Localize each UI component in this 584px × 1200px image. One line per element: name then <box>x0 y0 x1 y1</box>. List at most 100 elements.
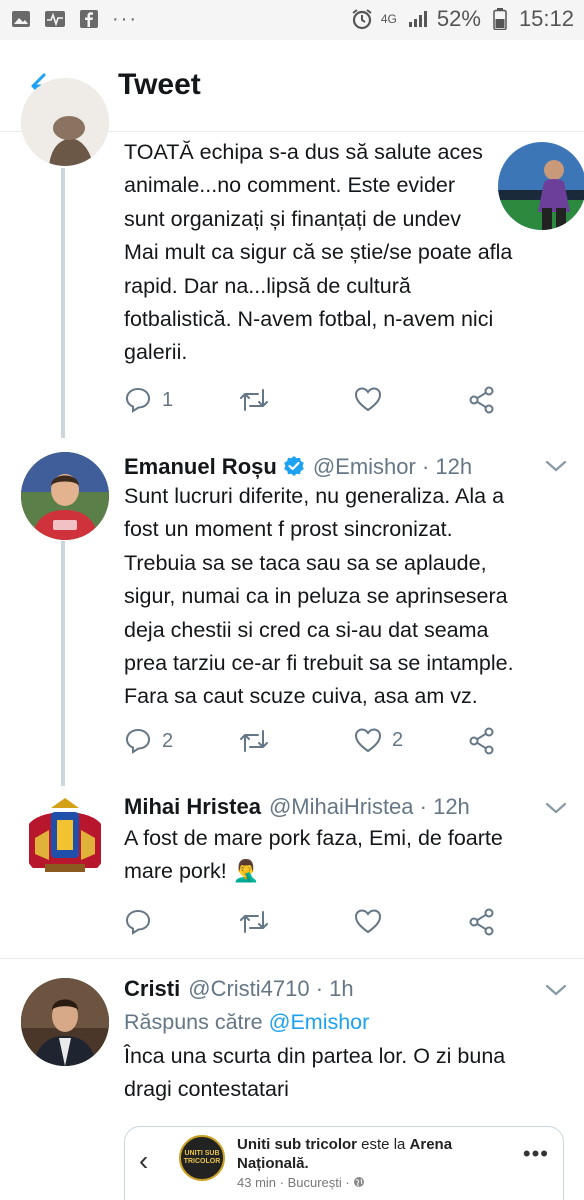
reply-count: 2 <box>162 729 174 752</box>
heart-icon <box>354 728 382 753</box>
tweet-line: Sunt lucruri diferite, nu generaliza. Al… <box>124 484 505 508</box>
page-title: Tweet <box>118 68 201 101</box>
heart-icon <box>354 909 382 934</box>
thread-line <box>61 168 65 438</box>
retweet-icon <box>240 389 268 411</box>
tweet-meta: Mihai Hristea @MihaiHristea · 12h <box>124 794 470 820</box>
reply-to-label: Răspuns către <box>124 1010 263 1034</box>
tweet-line: dragi contestatari <box>124 1077 289 1102</box>
reply-icon <box>125 728 151 754</box>
status-right: 4G 52% 15:12 <box>351 6 574 32</box>
author-handle[interactable]: @MihaiHristea · 12h <box>269 794 470 820</box>
globe-icon <box>354 1177 365 1187</box>
page-logo: UNITI SUB TRICOLOR <box>179 1135 225 1181</box>
retweet-icon <box>240 911 268 933</box>
gallery-icon <box>10 8 32 30</box>
thread-divider <box>0 958 584 959</box>
tweet-text: Înca una scurta din partea lor. O zi bun… <box>124 1040 564 1107</box>
retweet-icon <box>240 730 268 752</box>
author-name[interactable]: Cristi <box>124 976 180 1002</box>
reply-button[interactable]: 2 <box>124 727 173 755</box>
status-left: ··· <box>10 8 138 30</box>
chevron-left-icon[interactable]: ‹ <box>139 1145 148 1177</box>
card-title: Uniti sub tricolor este la Arena Naționa… <box>237 1135 497 1173</box>
reply-to-mention[interactable]: @Emishor <box>269 1010 370 1034</box>
card-page-name[interactable]: Uniti sub tricolor <box>237 1136 357 1153</box>
avatar[interactable] <box>21 78 109 166</box>
author-name[interactable]: Mihai Hristea <box>124 794 261 820</box>
tweet-actions: 1 <box>124 386 564 420</box>
embedded-post-card[interactable]: ‹ UNITI SUB TRICOLOR Uniti sub tricolor … <box>124 1126 564 1200</box>
tweet-line: Mai mult ca sigur că se știe/se poate af… <box>124 240 513 265</box>
network-type: 4G <box>380 12 397 26</box>
verified-badge-icon <box>283 455 305 477</box>
tweet-line: animale...no comment. Este evider <box>124 173 456 198</box>
tweet-line: prea tarziu ce-ar fi trebuit sa se intam… <box>124 651 514 676</box>
more-options-icon[interactable]: ••• <box>523 1141 549 1167</box>
retweet-button[interactable] <box>238 386 270 414</box>
author-handle[interactable]: @Cristi4710 · 1h <box>188 976 353 1002</box>
logo-text: UNITI SUB TRICOLOR <box>183 1150 221 1165</box>
reply-count: 1 <box>162 388 174 411</box>
tweet-line: fotbalistică. N-avem fotbal, n-avem nici <box>124 307 494 332</box>
tweet-text: TOATĂ echipa s-a dus să salute aces anim… <box>124 136 564 370</box>
like-button[interactable]: 2 <box>354 727 403 753</box>
tweet-line: sunt organizați și finanțați de undev <box>124 206 462 231</box>
tweet-line: deja chestii si cred ca si-au dat seama <box>124 617 489 642</box>
alarm-icon <box>351 8 373 30</box>
share-icon <box>469 727 494 755</box>
reply-button[interactable] <box>124 908 152 936</box>
tweet-line: mare pork! 🤦‍♂️ <box>124 859 260 884</box>
chevron-down-icon[interactable] <box>544 800 568 816</box>
tweet-line: Înca una scurta din partea lor. O zi bun… <box>124 1044 506 1068</box>
tweet-meta: Cristi @Cristi4710 · 1h <box>124 976 354 1002</box>
tweet-meta: Emanuel Roșu @Emishor · 12h <box>124 452 472 480</box>
tweet-text: A fost de mare pork faza, Emi, de foarte… <box>124 822 564 889</box>
thread-line <box>61 541 65 786</box>
author-handle[interactable]: @Emishor · 12h <box>313 454 472 480</box>
card-sub-text: 43 min · București · <box>237 1175 350 1190</box>
status-bar: ··· 4G 52% 15:12 <box>0 0 584 40</box>
avatar[interactable] <box>21 978 109 1066</box>
reply-to: Răspuns către @Emishor <box>124 1010 369 1035</box>
battery-percent: 52% <box>436 6 481 31</box>
chevron-down-icon[interactable] <box>544 982 568 998</box>
author-name[interactable]: Emanuel Roșu <box>124 454 277 480</box>
avatar[interactable] <box>21 452 109 540</box>
tweet-actions: 2 2 <box>124 727 564 761</box>
share-button[interactable] <box>468 727 496 755</box>
tweet-line: A fost de mare pork faza, Emi, de foarte <box>124 826 503 850</box>
like-button[interactable] <box>354 386 382 412</box>
tweet-line: Trebuia sa se taca sau sa se aplaude, <box>124 550 487 575</box>
retweet-button[interactable] <box>238 727 270 755</box>
heart-icon <box>354 387 382 412</box>
card-subtitle: 43 min · București · <box>237 1175 365 1190</box>
card-middle-text: este la <box>361 1136 406 1153</box>
tweet-line: sigur, numai ca in peluza se aprinsesera <box>124 584 508 609</box>
share-button[interactable] <box>468 908 496 936</box>
reply-button[interactable]: 1 <box>124 386 173 414</box>
chevron-down-icon[interactable] <box>544 458 568 474</box>
tweet-line: galerii. <box>124 340 188 365</box>
tweet-line: TOATĂ echipa s-a dus să salute aces <box>124 140 483 164</box>
share-icon <box>469 386 494 414</box>
share-icon <box>469 908 494 936</box>
more-dots-icon: ··· <box>112 8 138 30</box>
signal-icon <box>407 8 429 30</box>
battery-icon <box>489 8 511 30</box>
reply-icon <box>125 387 151 413</box>
avatar[interactable] <box>21 794 109 882</box>
tweet-line: fost un moment f prost sincronizat. <box>124 517 453 542</box>
tweet-actions <box>124 908 564 942</box>
reply-icon <box>125 909 151 935</box>
tweet-text: Sunt lucruri diferite, nu generaliza. Al… <box>124 480 564 714</box>
activity-icon <box>44 8 66 30</box>
facebook-icon <box>78 8 100 30</box>
share-button[interactable] <box>468 386 496 414</box>
retweet-button[interactable] <box>238 908 270 936</box>
like-button[interactable] <box>354 908 382 934</box>
tweet-line: Fara sa caut scuze cuiva, asa am vz. <box>124 684 478 709</box>
like-count: 2 <box>392 728 404 751</box>
status-time: 15:12 <box>518 6 574 31</box>
tweet-line: rapid. Dar na...lipsă de cultură <box>124 273 411 298</box>
